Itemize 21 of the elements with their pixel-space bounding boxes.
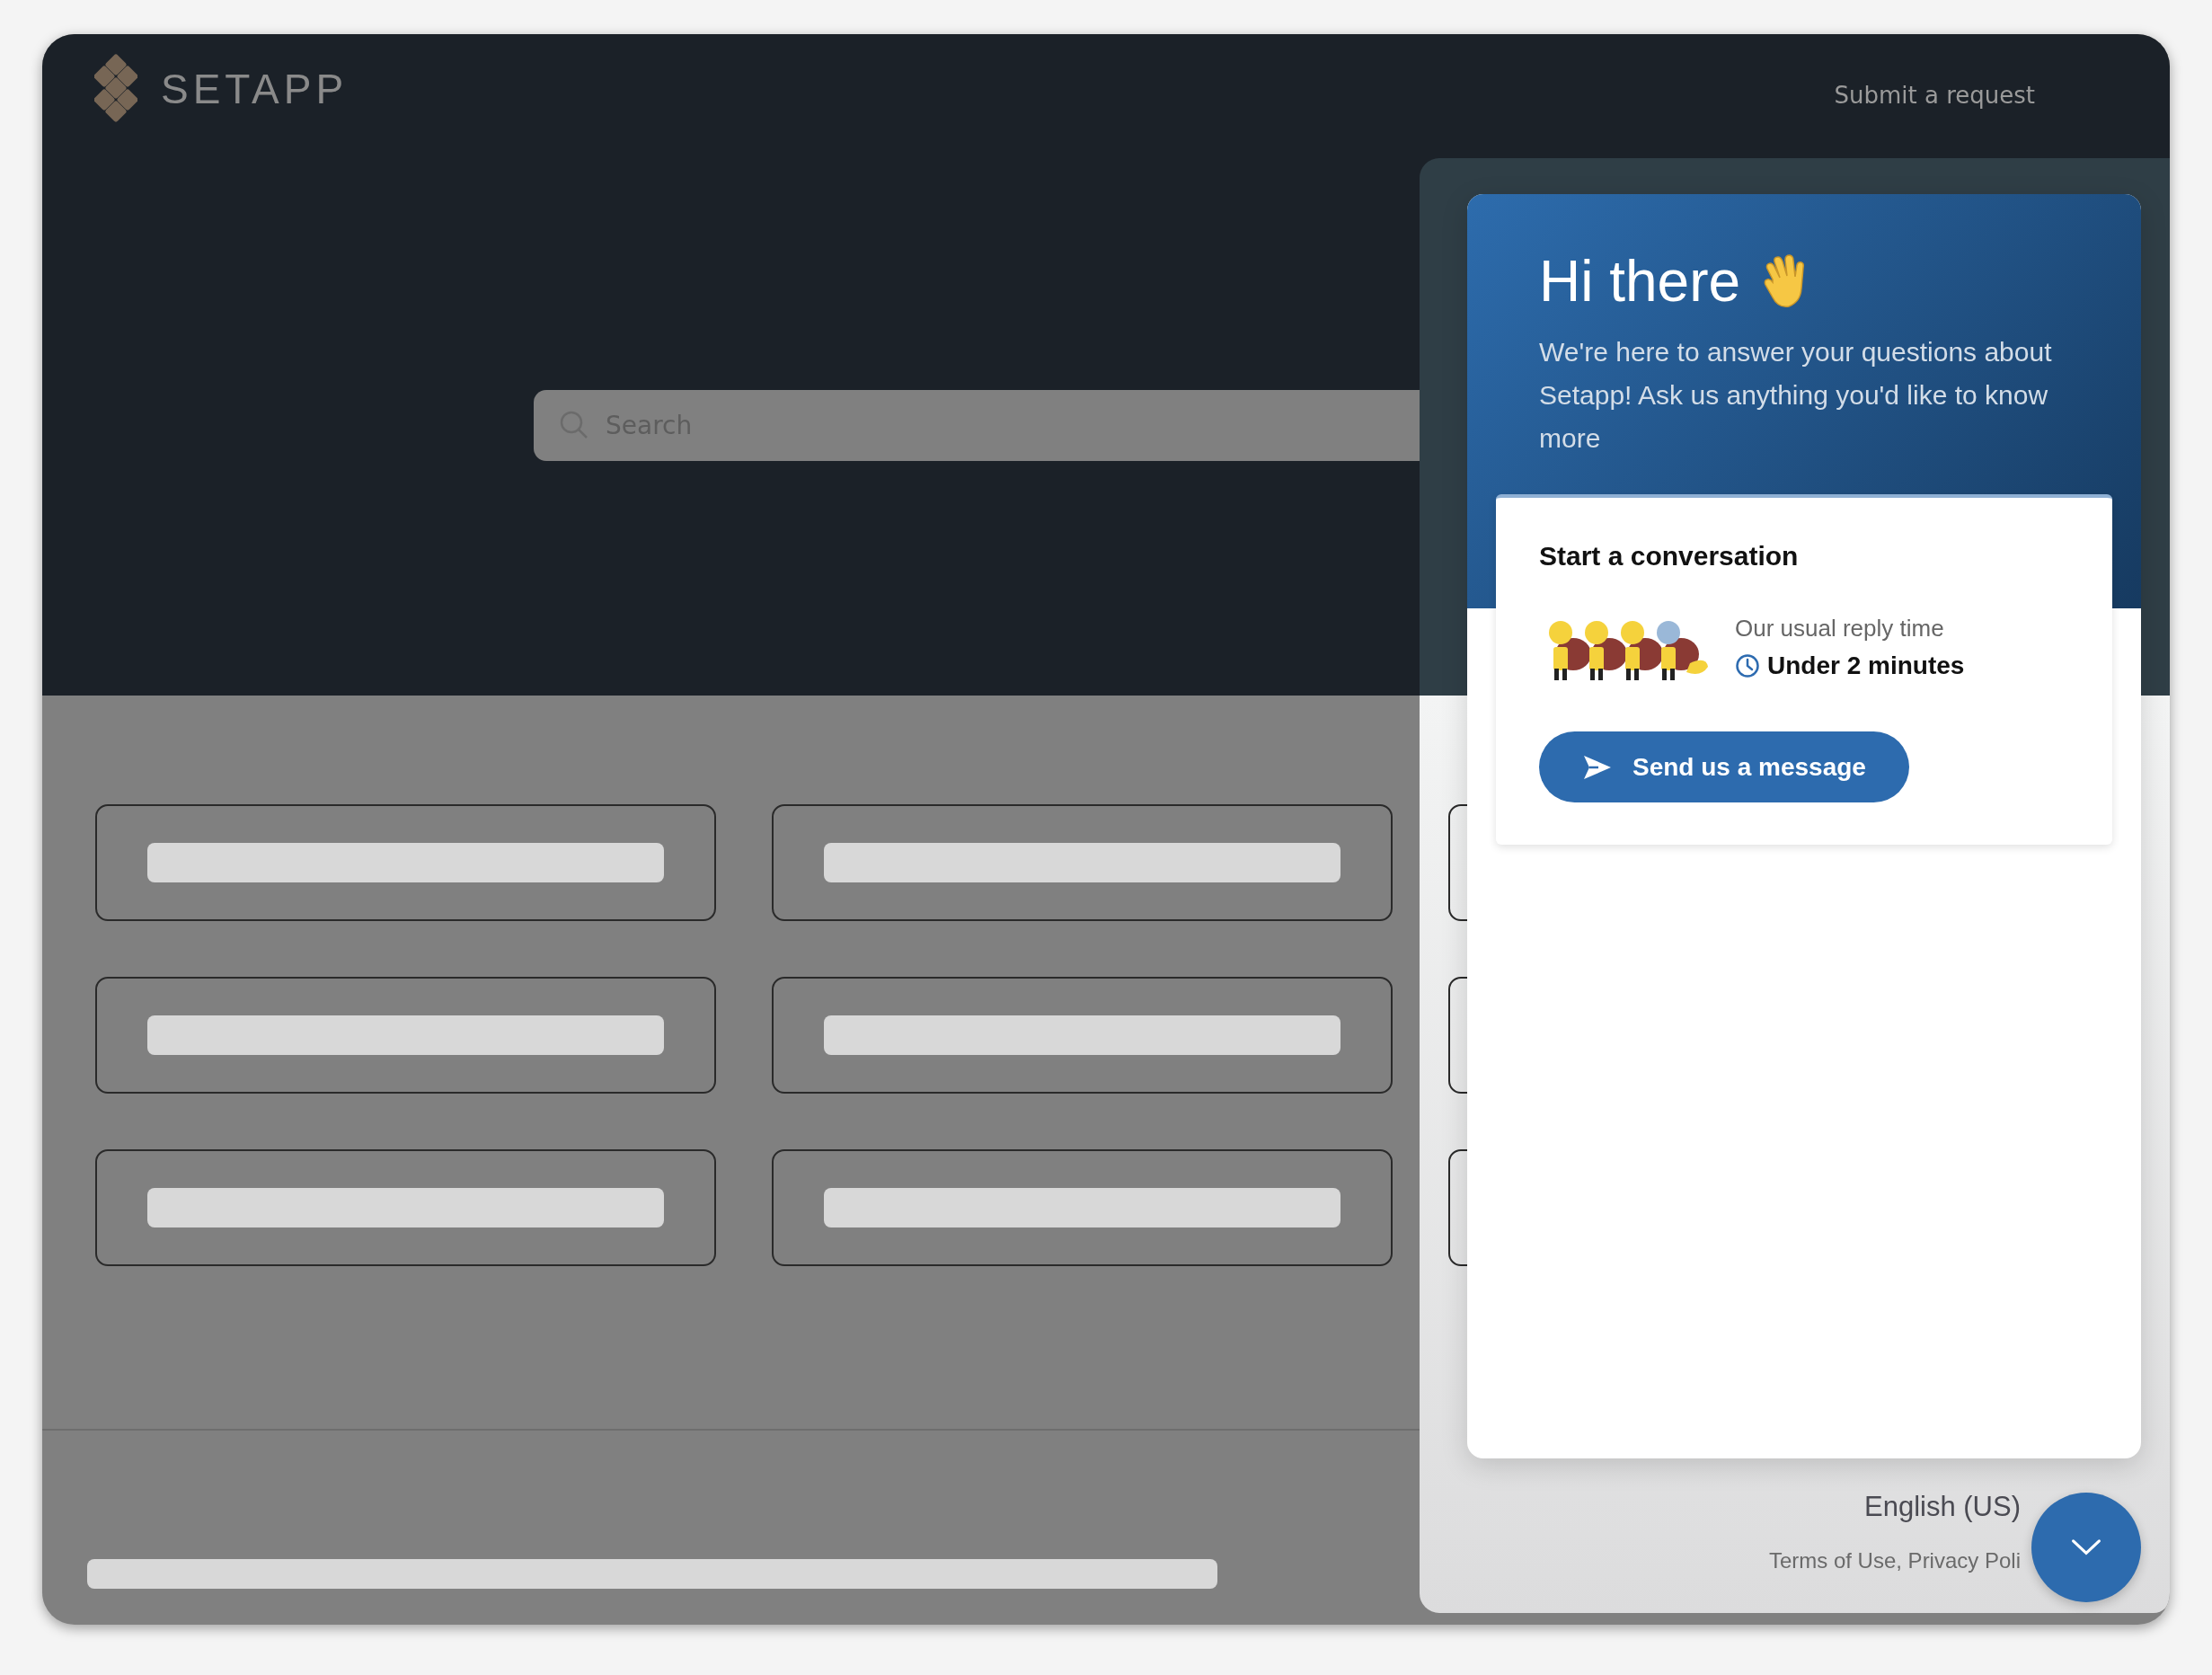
greeting-title: Hi there (1539, 248, 1741, 315)
legal-links[interactable]: Terms of Use, Privacy Poli (1768, 1548, 2021, 1573)
logo-text[interactable]: SETAPP (161, 65, 349, 113)
category-card[interactable] (95, 977, 716, 1094)
intro-text: We're here to answer your questions about Setapp! Ask us anything you'd like to know more (1539, 336, 2053, 455)
category-card[interactable] (772, 1149, 1393, 1266)
category-card[interactable] (95, 1149, 716, 1266)
category-card[interactable] (95, 804, 716, 921)
send-icon (1582, 753, 1613, 781)
category-card[interactable] (772, 977, 1393, 1094)
chevron-down-icon (2070, 1538, 2102, 1557)
reply-time: Under 2 minutes (1767, 651, 1965, 680)
clock-icon (1735, 652, 1760, 678)
card-title: Start a conversation (1539, 541, 1800, 572)
category-card[interactable] (772, 804, 1393, 921)
submit-request-link[interactable]: Submit a request (1834, 69, 2035, 109)
send-message-button[interactable]: Send us a message (1539, 731, 1909, 802)
language-selector[interactable]: English (US) (1864, 1491, 2021, 1523)
close-chat-button[interactable] (2031, 1493, 2141, 1602)
reply-time-label: Our usual reply time (1735, 614, 1945, 643)
logo-icon (94, 54, 137, 124)
